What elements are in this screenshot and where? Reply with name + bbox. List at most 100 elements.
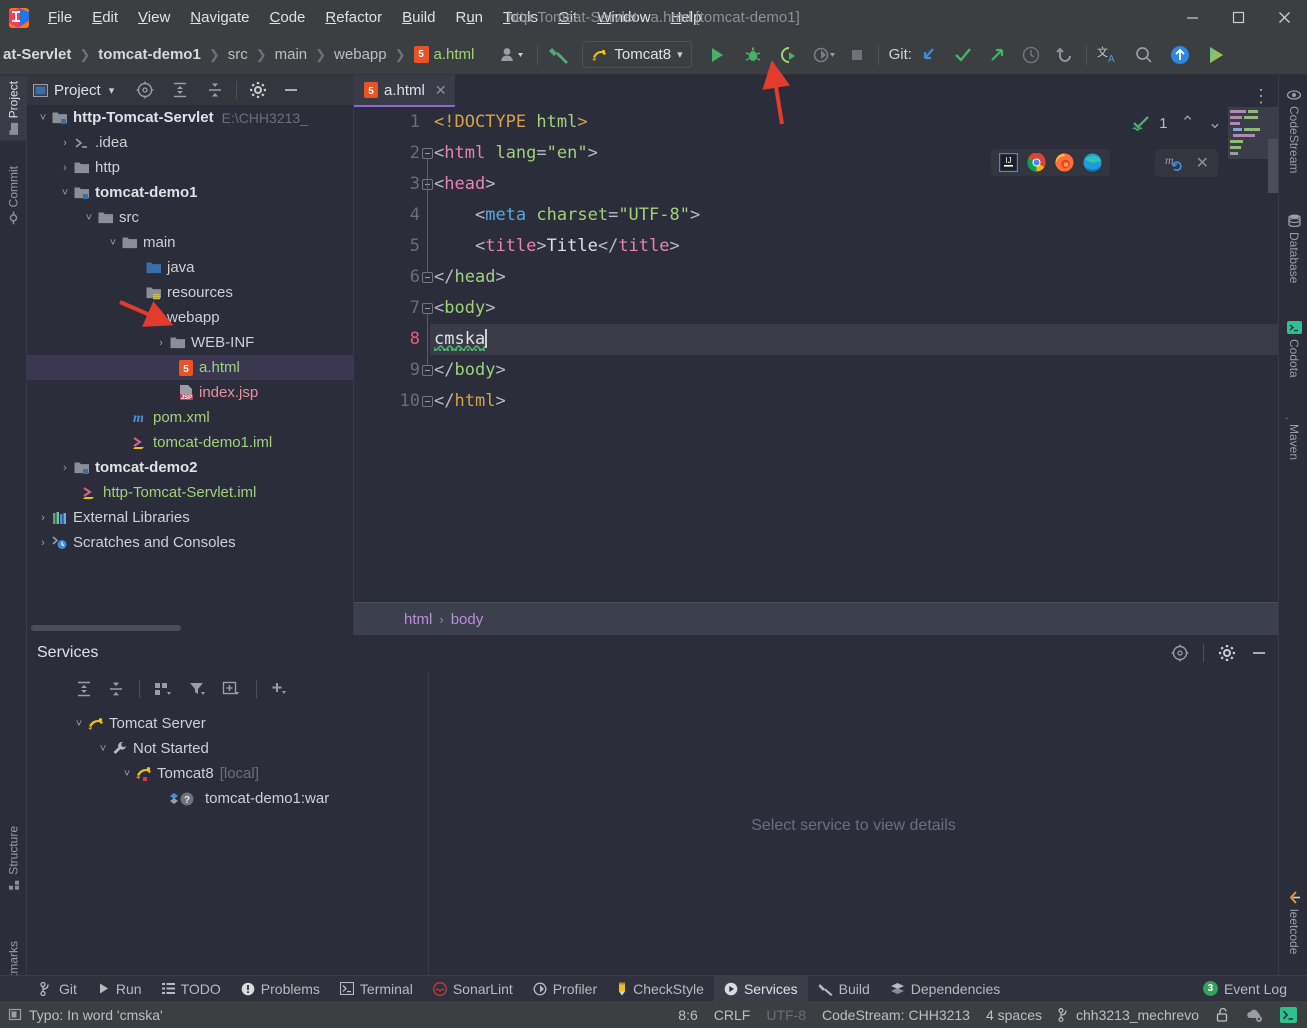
chevron-down-icon[interactable]: ˅	[71, 718, 87, 730]
sidebar-item-maven[interactable]: m Maven	[1280, 400, 1307, 466]
collapse-all-icon[interactable]	[206, 81, 224, 99]
next-problem-icon[interactable]: ⌄	[1208, 113, 1222, 133]
tree-node-src[interactable]: ˅ src	[27, 205, 353, 230]
editor-tab-a-html[interactable]: 5 a.html ✕	[354, 75, 455, 107]
bottom-tab-git[interactable]: Git	[30, 976, 87, 1002]
tree-node-http-tomcat-servlet[interactable]: ˅ http-Tomcat-Servlet E:\CHH3213_	[27, 105, 353, 130]
tree-node-pom-xml[interactable]: m pom.xml	[27, 405, 353, 430]
chevron-down-icon[interactable]: ˅	[105, 237, 121, 249]
tree-node-tomcat-demo2[interactable]: › tomcat-demo2	[27, 455, 353, 480]
codestream-mini-widget[interactable]: m ✕	[1154, 149, 1218, 177]
chrome-icon[interactable]	[1027, 153, 1046, 172]
chevron-right-icon[interactable]: ›	[35, 512, 51, 524]
tree-node-idea[interactable]: › .idea	[27, 130, 353, 155]
line-separator[interactable]: CRLF	[706, 1007, 759, 1023]
menu-item-code[interactable]: Code	[260, 6, 316, 29]
build-hammer-icon[interactable]	[546, 41, 572, 69]
tree-node-main[interactable]: ˅ main	[27, 230, 353, 255]
close-button[interactable]	[1261, 0, 1307, 35]
user-avatar-dropdown[interactable]	[499, 41, 529, 69]
chevron-right-icon[interactable]: ›	[57, 462, 73, 474]
services-node-tomcat-demo1-war[interactable]: ? tomcat-demo1:war	[27, 786, 428, 811]
menu-item-window[interactable]: Window	[587, 6, 660, 29]
breadcrumb-item-1[interactable]: tomcat-demo1	[95, 46, 204, 63]
bottom-tab-problems[interactable]: Problems	[231, 976, 330, 1002]
tree-node-java[interactable]: java	[27, 255, 353, 280]
editor-vertical-scrollbar[interactable]	[1268, 139, 1278, 193]
breadcrumb[interactable]: at-Servlet ❯ tomcat-demo1 ❯ src ❯ main ❯…	[0, 46, 477, 64]
hide-panel-icon[interactable]	[1250, 644, 1268, 662]
tree-node-http-tomcat-servlet-iml[interactable]: http-Tomcat-Servlet.iml	[27, 480, 353, 505]
bottom-tab-profiler[interactable]: Profiler	[523, 976, 607, 1002]
terminal-status-icon[interactable]	[1272, 1006, 1307, 1023]
git-branch-widget[interactable]: chh3213_mechrevo	[1050, 1007, 1207, 1023]
tree-node-http[interactable]: › http	[27, 155, 353, 180]
code-line-8[interactable]: cmska	[430, 324, 1278, 355]
add-service-view-icon[interactable]	[222, 680, 242, 698]
window-controls[interactable]	[1169, 0, 1307, 35]
services-node-tomcat8[interactable]: ˅ Tomcat8 [local]	[27, 761, 428, 786]
git-update-project-button[interactable]	[916, 41, 942, 69]
code-editor[interactable]: 1 2 3 4 5 6 7 8 9 10 <!DOCTYPE html> <ht…	[354, 107, 1278, 602]
scroll-from-source-icon[interactable]	[136, 81, 154, 99]
editor-breadcrumb[interactable]: html › body	[354, 602, 1278, 635]
maximize-button[interactable]	[1215, 0, 1261, 35]
sidebar-item-structure[interactable]: Structure	[0, 820, 27, 897]
stop-button[interactable]	[844, 41, 870, 69]
chevron-down-icon[interactable]: ˅	[35, 112, 51, 124]
firefox-icon[interactable]	[1055, 153, 1074, 172]
codestream-user[interactable]: CHH3213	[906, 1007, 977, 1023]
tree-node-webapp[interactable]: webapp	[27, 305, 353, 330]
search-everywhere-icon[interactable]	[1131, 41, 1157, 69]
ij-browser-icon[interactable]: IJ	[999, 153, 1018, 172]
git-history-icon[interactable]	[1018, 41, 1044, 69]
sidebar-item-codota[interactable]: Codota	[1280, 315, 1307, 384]
event-log-button[interactable]: 3 Event Log	[1193, 976, 1307, 1002]
bottom-tab-build[interactable]: Build	[808, 976, 880, 1002]
git-commit-button[interactable]	[950, 41, 976, 69]
chevron-down-icon[interactable]: ˅	[81, 212, 97, 224]
hide-panel-icon[interactable]	[282, 81, 300, 99]
run-button[interactable]	[704, 41, 730, 69]
bottom-tab-dependencies[interactable]: Dependencies	[880, 976, 1011, 1002]
codestream-refresh-icon[interactable]: m	[1164, 153, 1186, 173]
expand-all-icon[interactable]	[171, 81, 189, 99]
run-with-coverage-button[interactable]	[776, 41, 802, 69]
sidebar-item-project[interactable]: Project	[0, 75, 27, 141]
chevron-down-icon[interactable]: ˅	[95, 743, 111, 755]
bottom-tab-terminal[interactable]: Terminal	[330, 976, 423, 1002]
close-icon[interactable]: ✕	[435, 82, 447, 99]
menu-item-help[interactable]: Help	[661, 6, 712, 29]
gear-icon[interactable]	[249, 81, 267, 99]
tree-node-a-html[interactable]: 5 a.html	[27, 355, 353, 380]
sidebar-item-codestream[interactable]: CodeStream	[1280, 83, 1307, 179]
sidebar-item-leetcode[interactable]: leetcode	[1280, 885, 1307, 960]
tree-node-tomcat-demo1-iml[interactable]: tomcat-demo1.iml	[27, 430, 353, 455]
bottom-tab-todo[interactable]: TODO	[152, 976, 231, 1002]
chevron-right-icon[interactable]: ›	[153, 337, 169, 349]
services-toolbar[interactable]	[27, 671, 428, 707]
chevron-right-icon[interactable]: ›	[57, 162, 73, 174]
menu-item-view[interactable]: View	[128, 6, 180, 29]
chevron-right-icon[interactable]: ›	[35, 537, 51, 549]
upload-icon[interactable]	[1167, 41, 1193, 69]
browser-preview-bar[interactable]: IJ	[991, 149, 1110, 176]
menu-bar[interactable]: FFileile Edit View Navigate Code Refacto…	[38, 6, 711, 29]
chevron-down-icon[interactable]: ˅	[57, 187, 73, 199]
menu-item-edit[interactable]: Edit	[82, 6, 128, 29]
bottom-tab-run[interactable]: Run	[87, 976, 152, 1002]
menu-item-refactor[interactable]: Refactor	[315, 6, 392, 29]
debug-button[interactable]	[740, 41, 766, 69]
sidebar-item-commit[interactable]: Commit	[0, 160, 27, 229]
menu-item-run[interactable]: Run	[445, 6, 493, 29]
services-tree[interactable]: ˅ Tomcat Server ˅ Not Started ˅ Tomcat8 …	[27, 707, 428, 811]
profile-button[interactable]	[812, 41, 838, 69]
tree-node-external-libraries[interactable]: › External Libraries	[27, 505, 353, 530]
tree-node-resources[interactable]: resources	[27, 280, 353, 305]
menu-item-file[interactable]: FFileile	[38, 6, 82, 29]
previous-problem-icon[interactable]: ⌃	[1181, 113, 1195, 133]
breadcrumb-item-2[interactable]: src	[225, 46, 251, 63]
breadcrumb-item-0[interactable]: at-Servlet	[0, 46, 74, 63]
caret-position[interactable]: 8:6	[670, 1007, 705, 1023]
file-encoding[interactable]: UTF-8	[758, 1007, 814, 1023]
